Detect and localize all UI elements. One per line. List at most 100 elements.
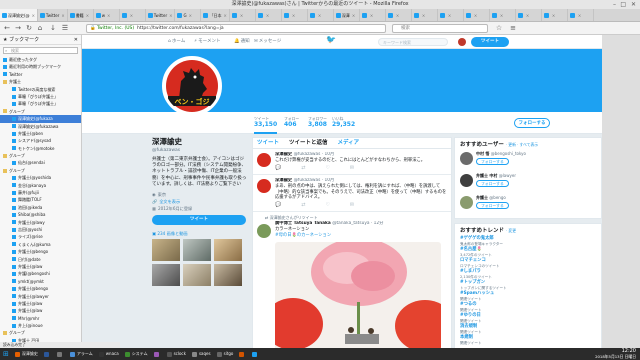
tab-close-icon[interactable]: × (422, 9, 425, 21)
bookmark-item[interactable]: 弁護士(@law (0, 263, 81, 270)
bookmark-item[interactable]: 最近利用の時期ブックマーク (0, 63, 81, 70)
tab-close-icon[interactable]: × (86, 9, 89, 21)
tab-close-icon[interactable]: × (130, 9, 133, 21)
taskbar-item[interactable] (236, 349, 249, 359)
sidebar-search-input[interactable]: ⌕ 検索 (3, 47, 78, 54)
tab-media[interactable]: メディア (338, 138, 360, 148)
reply-icon[interactable]: 💬 (275, 165, 281, 171)
bookmark-item[interactable]: 弁護士(@ben (0, 130, 81, 137)
photo-thumbnail[interactable] (214, 239, 242, 262)
profile-link[interactable]: 🔗 全文を表示 (152, 198, 248, 205)
browser-tab[interactable]: × (464, 9, 490, 21)
taskbar-item[interactable]: sitgo (214, 349, 237, 359)
tab-close-icon[interactable]: × (318, 9, 321, 21)
tab-close-icon[interactable]: × (61, 9, 64, 21)
nav-moments[interactable]: ⚡ モーメント (194, 38, 221, 45)
tweet-author[interactable]: 深澤諭史 (275, 152, 292, 157)
tweet-author[interactable]: 深澤諭史 (275, 178, 292, 183)
download-icon[interactable]: ↓ (48, 24, 58, 33)
browser-tab[interactable]: 「日本 × (201, 9, 230, 21)
bookmark-item[interactable]: グループ (0, 167, 81, 174)
browser-tab[interactable]: × (360, 9, 386, 21)
trend-item[interactable]: 本規制 関連ツイート (460, 335, 596, 345)
dm-icon[interactable]: ✉ (350, 165, 354, 171)
trend-item[interactable]: 消去規制 関連ツイート (460, 324, 596, 334)
tweet-avatar[interactable] (257, 178, 271, 193)
like-icon[interactable]: ♡ (325, 165, 329, 171)
nav-notifications[interactable]: 🔔 通知 (234, 38, 250, 45)
tweet[interactable]: 深澤諭史 @fukazawas · 10月 これだけ弊権が妥当するのだと、これに… (253, 149, 451, 175)
browser-tab[interactable]: × (412, 9, 438, 21)
tab-close-icon[interactable]: × (552, 9, 555, 21)
follow-user-button[interactable]: フォローする (476, 201, 509, 209)
retweet-icon[interactable]: ⇄ (301, 202, 305, 208)
browser-tab[interactable]: Twitter × (146, 9, 176, 21)
follow-user-button[interactable]: フォローする (476, 157, 509, 165)
browser-tab[interactable]: × (542, 9, 568, 21)
nav-messages[interactable]: ✉ メッセージ (254, 38, 281, 45)
library-icon[interactable]: ☰ (60, 24, 70, 33)
tab-close-icon[interactable]: × (223, 9, 226, 21)
forward-icon[interactable]: → (13, 24, 23, 33)
like-icon[interactable]: ♡ (325, 202, 329, 208)
browser-tab[interactable]: × (120, 9, 146, 21)
trend-item[interactable]: ロマチェンコ ロマチェンコのツイート (460, 258, 596, 268)
taskbar-item[interactable] (54, 349, 67, 359)
reply-icon[interactable]: 💬 (275, 202, 281, 208)
bookmark-item[interactable]: 弁護士(@law (0, 307, 81, 314)
taskbar-item[interactable] (249, 349, 262, 359)
clock[interactable]: 12:20 2018年5月13日 日曜日 (595, 348, 636, 360)
bookmark-item[interactable]: 華瞳「ぴりぽ弁護士」 (0, 100, 81, 107)
taskbar-item[interactable]: saqes (189, 349, 214, 359)
stat-tweets[interactable]: ツイート 33,150 (254, 116, 278, 134)
home-icon[interactable]: ⌂ (35, 24, 45, 33)
tweet-hashtag[interactable]: #母の日🌷のカーネーション (275, 233, 447, 239)
close-icon[interactable]: ✕ (631, 0, 636, 9)
bookmark-item[interactable]: 最近使ったタグ (0, 56, 81, 63)
tab-close-icon[interactable]: × (266, 9, 269, 21)
browser-tab[interactable]: × (490, 9, 516, 21)
trend-item[interactable]: #トップガン トップガンに関するツイート (460, 280, 596, 290)
bookmark-item[interactable]: Twitterの高度な検索 (0, 86, 81, 93)
bookmark-item[interactable]: 弁護士(@law (0, 300, 81, 307)
trends-change-link[interactable]: · 変更 (506, 227, 516, 235)
trend-item[interactable]: #ゆりの日 関連ツイート (460, 313, 596, 323)
photo-thumbnail[interactable] (152, 264, 180, 287)
trend-item[interactable]: #つるの 関連ツイート (460, 302, 596, 312)
bookmark-item[interactable]: グループ (0, 108, 81, 115)
url-bar[interactable]: 🔒 Twitter, Inc. (US) https://twitter.com… (86, 24, 386, 33)
compose-tweet-button[interactable]: ツイート (471, 37, 509, 47)
bookmark-star-icon[interactable]: ☆ (494, 24, 504, 33)
follow-button[interactable]: フォローする (514, 118, 550, 128)
bookmark-item[interactable]: ymkt(@ymkt (0, 278, 81, 285)
user-avatar[interactable] (460, 152, 473, 165)
menu-icon[interactable]: ≡ (508, 24, 518, 33)
browser-tab[interactable]: Twitter × (38, 9, 68, 21)
stat-following[interactable]: フォロー 406 (284, 116, 299, 129)
bookmark-item[interactable]: グループ (0, 329, 81, 336)
profile-handle[interactable]: @fukazawas (152, 147, 248, 154)
bookmark-item[interactable]: グループ (0, 152, 81, 159)
minimize-icon[interactable]: – (613, 0, 616, 9)
back-icon[interactable]: ← (2, 24, 12, 33)
bookmark-item[interactable]: 金谷(@kanaya (0, 182, 81, 189)
photo-thumbnail[interactable] (214, 264, 242, 287)
user-avatar[interactable] (460, 174, 473, 187)
tab-close-icon[interactable]: × (526, 9, 529, 21)
who-to-follow-links[interactable]: · 更新 · すべて表示 (506, 141, 538, 149)
taskbar-item[interactable]: システム (122, 349, 151, 359)
profile-avatar[interactable]: ベン・ゴジ (162, 56, 222, 116)
bookmark-item[interactable]: Mhr(@mhr (0, 315, 81, 322)
bookmark-item[interactable]: 弁護士(@lawy (0, 219, 81, 226)
tab-close-icon[interactable]: × (32, 9, 35, 21)
taskbar-item[interactable]: wnaca (96, 349, 122, 359)
browser-tab[interactable]: 深澤諭史(@ × (0, 9, 38, 21)
browser-tab[interactable]: × (282, 9, 308, 21)
bookmark-item[interactable]: Shiba(@shiba (0, 211, 81, 218)
stat-likes[interactable]: いいね 29,352 (332, 116, 355, 129)
browser-tab[interactable]: w × (94, 9, 120, 21)
browser-tab[interactable]: × (438, 9, 464, 21)
tab-tweets[interactable]: ツイート (257, 138, 279, 148)
twitter-bird-icon[interactable]: 🐦 (326, 36, 336, 44)
tweet-image[interactable] (275, 241, 441, 348)
